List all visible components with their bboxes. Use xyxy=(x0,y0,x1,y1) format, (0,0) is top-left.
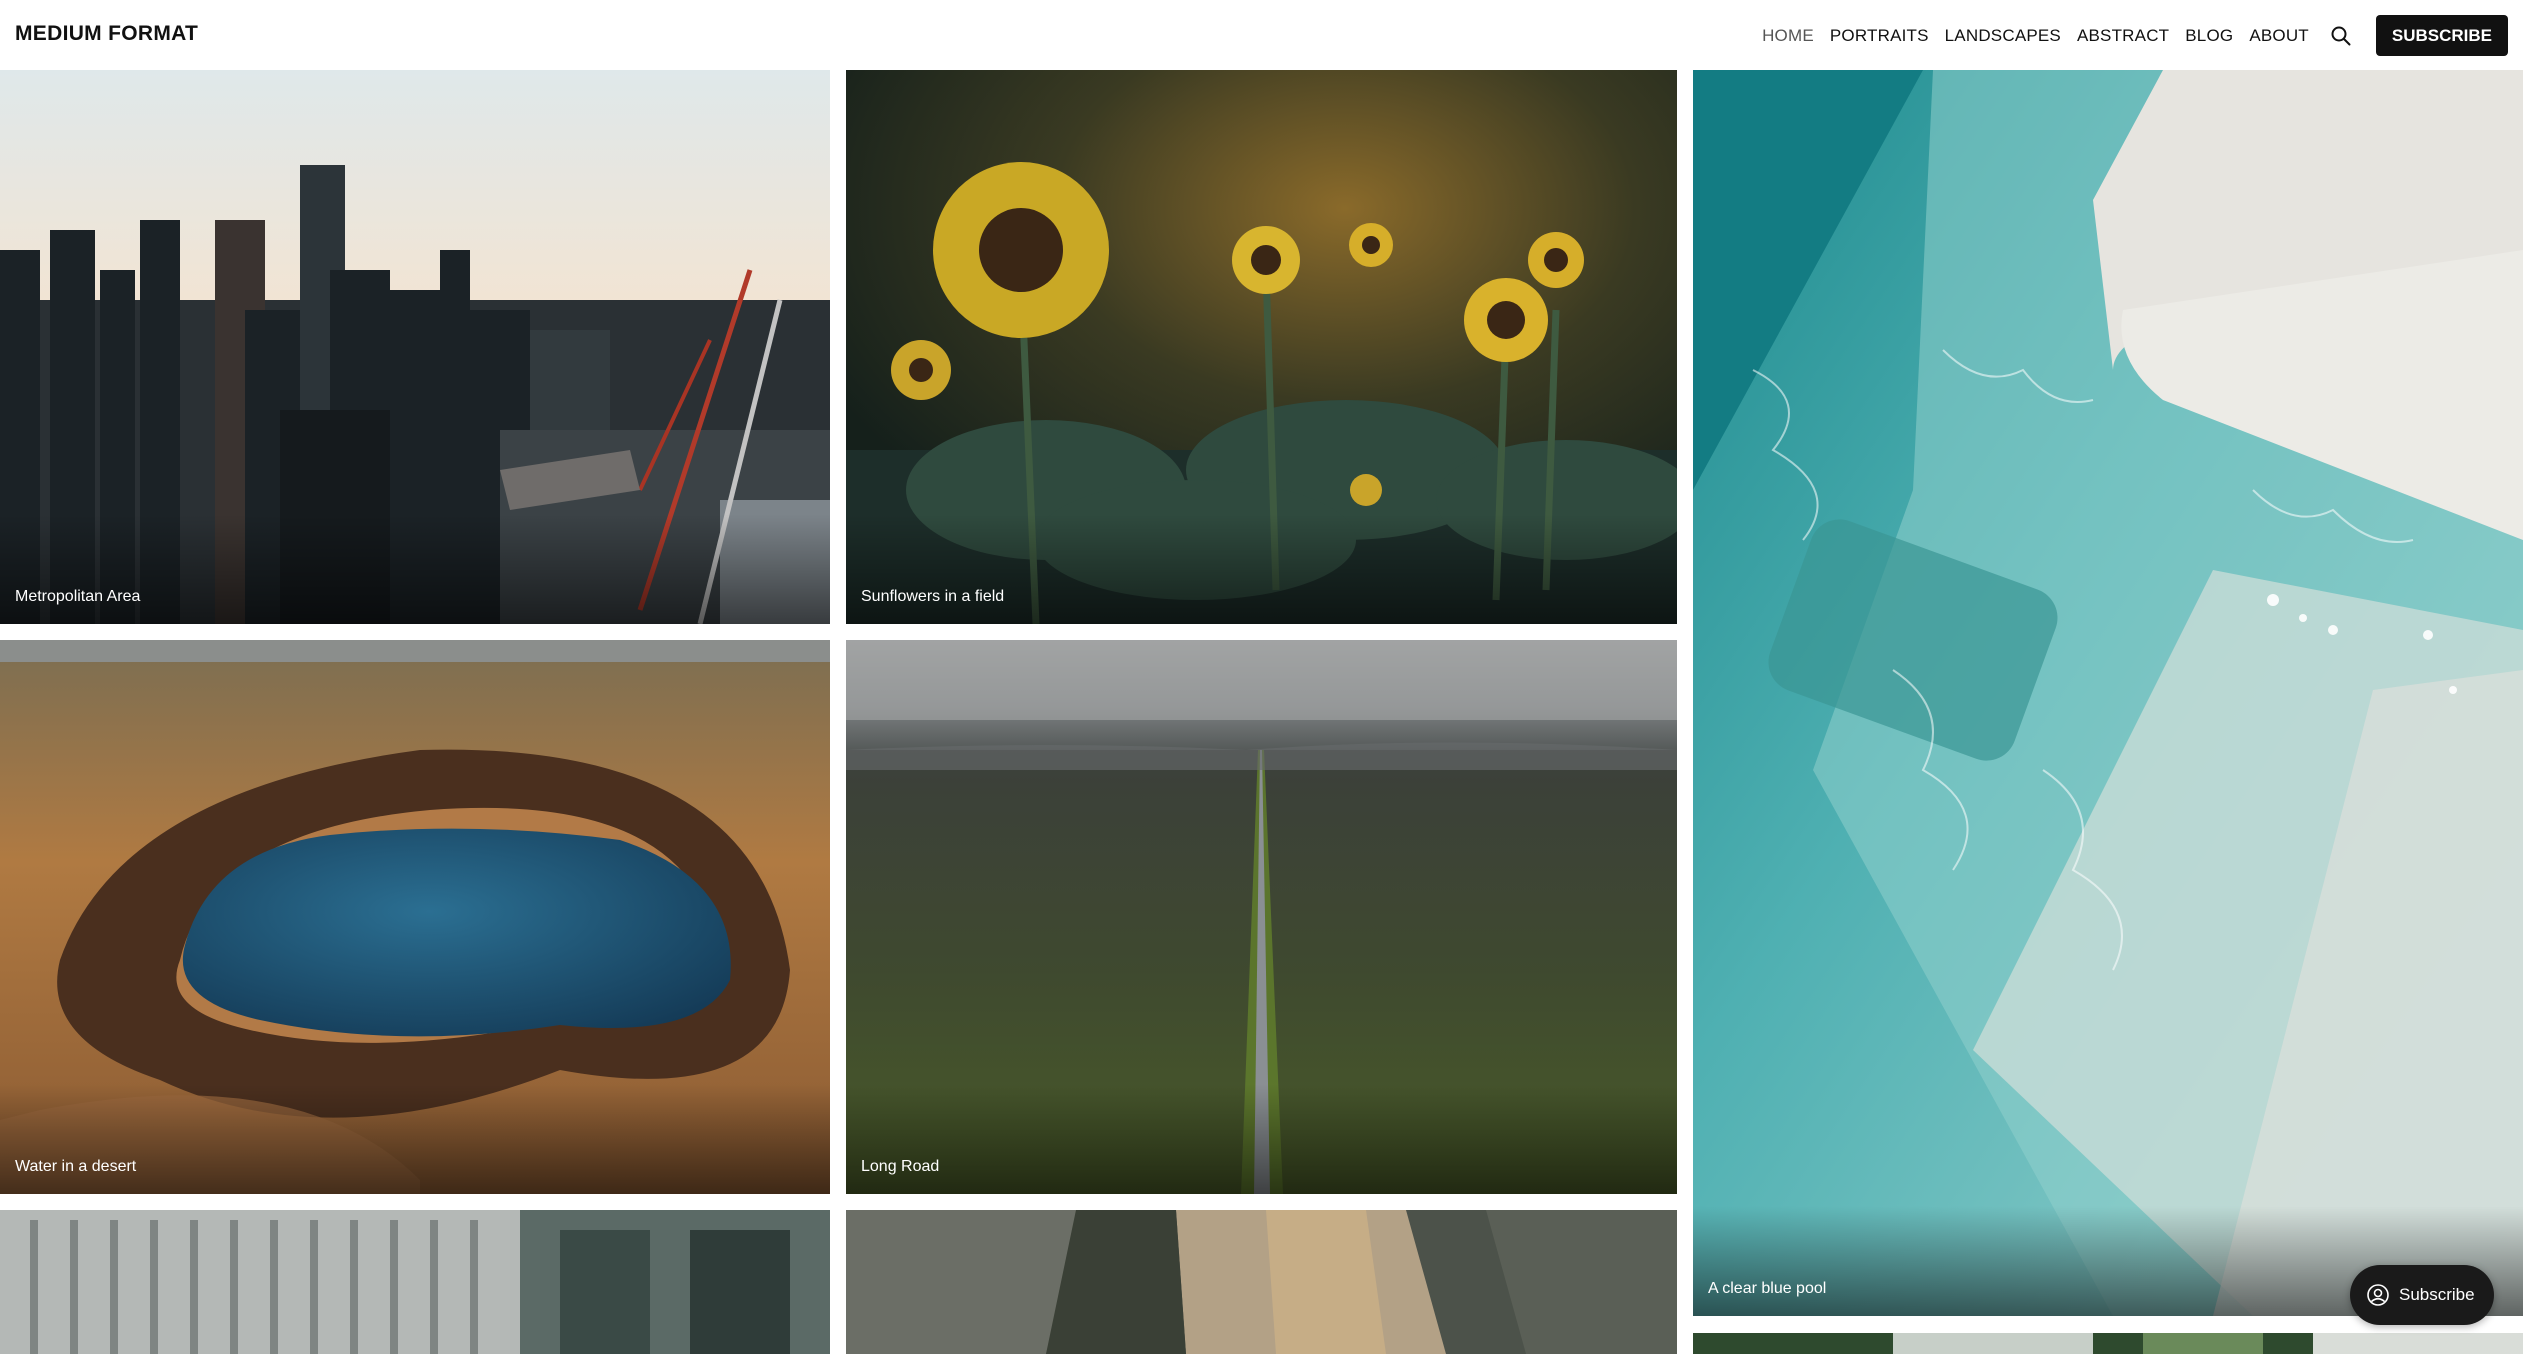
site-header: MEDIUM FORMAT HOME PORTRAITS LANDSCAPES … xyxy=(0,0,2523,70)
gallery-item-clear-blue-pool[interactable]: A clear blue pool xyxy=(1693,70,2523,1316)
gallery-item-sunflowers[interactable]: Sunflowers in a field xyxy=(846,70,1677,624)
floating-subscribe-label: Subscribe xyxy=(2399,1285,2475,1304)
rock-cliffs-image xyxy=(846,1210,1677,1354)
nav-home[interactable]: HOME xyxy=(1762,26,1814,46)
building-facade-image xyxy=(0,1210,830,1354)
gallery-item-greenery[interactable] xyxy=(1693,1333,2523,1354)
nav-portraits[interactable]: PORTRAITS xyxy=(1830,26,1929,46)
gallery-caption: Long Road xyxy=(861,1158,940,1175)
site-logo[interactable]: MEDIUM FORMAT xyxy=(15,22,198,46)
subscribe-button[interactable]: SUBSCRIBE xyxy=(2375,15,2508,56)
gallery-item-cliffs[interactable] xyxy=(846,1210,1677,1354)
gallery-caption: Water in a desert xyxy=(15,1158,137,1175)
greenery-image xyxy=(1693,1333,2523,1354)
floating-subscribe-button[interactable]: Subscribe xyxy=(2350,1265,2494,1325)
pool-image xyxy=(1693,70,2523,1316)
gallery-item-metropolitan-area[interactable]: Metropolitan Area xyxy=(0,70,830,624)
gallery-item-long-road[interactable]: Long Road xyxy=(846,640,1677,1194)
nav-landscapes[interactable]: LANDSCAPES xyxy=(1945,26,2061,46)
search-icon[interactable] xyxy=(2329,24,2353,48)
nav-abstract[interactable]: ABSTRACT xyxy=(2077,26,2169,46)
main-nav: HOME PORTRAITS LANDSCAPES ABSTRACT BLOG … xyxy=(1762,15,2508,56)
user-circle-icon xyxy=(2366,1283,2390,1307)
gallery-item-building[interactable] xyxy=(0,1210,830,1354)
gallery-caption: A clear blue pool xyxy=(1708,1280,1827,1297)
nav-blog[interactable]: BLOG xyxy=(2185,26,2233,46)
gallery-caption: Metropolitan Area xyxy=(15,588,141,605)
nav-about[interactable]: ABOUT xyxy=(2249,26,2309,46)
gallery-item-water-in-desert[interactable]: Water in a desert xyxy=(0,640,830,1194)
gallery-caption: Sunflowers in a field xyxy=(861,588,1005,605)
